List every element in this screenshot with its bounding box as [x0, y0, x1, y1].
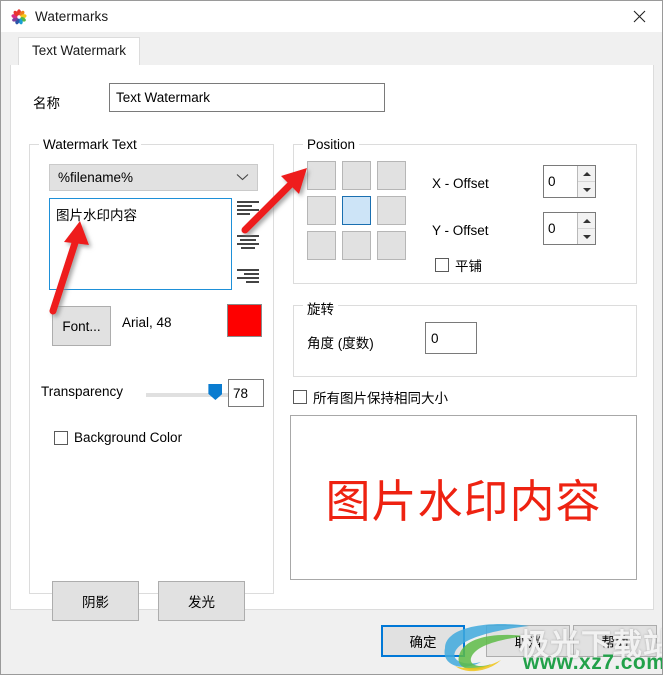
- align-right-icon[interactable]: [237, 269, 259, 285]
- background-color-label: Background Color: [74, 430, 183, 445]
- y-offset-label: Y - Offset: [432, 223, 489, 238]
- tab-label: Text Watermark: [32, 43, 127, 58]
- placeholder-select-value: %filename%: [58, 170, 134, 185]
- same-size-label: 所有图片保持相同大小: [313, 391, 448, 406]
- position-cell-bottom-left[interactable]: [307, 231, 336, 260]
- position-grid: [307, 161, 407, 261]
- position-group: Position X - Offset Y - Offset 0 0 平铺: [293, 137, 637, 284]
- cancel-button[interactable]: 取消: [486, 625, 570, 657]
- ok-button[interactable]: 确定: [381, 625, 465, 657]
- help-button[interactable]: 帮助: [573, 625, 657, 657]
- tile-checkbox[interactable]: 平铺: [435, 255, 482, 275]
- placeholder-select[interactable]: %filename%: [49, 164, 258, 191]
- transparency-slider-thumb[interactable]: [208, 384, 223, 400]
- y-offset-spinner[interactable]: [543, 212, 596, 245]
- close-icon[interactable]: [617, 1, 662, 32]
- tab-strip: Text Watermark: [10, 32, 654, 66]
- x-offset-increment-button[interactable]: [578, 166, 595, 182]
- rotation-group: 旋转 角度 (度数): [293, 298, 637, 377]
- position-cell-bottom-center[interactable]: [342, 231, 371, 260]
- x-offset-spinner[interactable]: [543, 165, 596, 198]
- position-cell-middle-right[interactable]: [377, 196, 406, 225]
- chevron-down-icon: [236, 172, 249, 184]
- text-color-swatch[interactable]: [227, 304, 262, 337]
- preview-text: 图片水印内容: [325, 465, 615, 532]
- y-offset-increment-button[interactable]: [578, 213, 595, 229]
- x-offset-decrement-button[interactable]: [578, 182, 595, 197]
- watermarks-dialog: Watermarks Text Watermark 名称 Watermark T…: [0, 0, 663, 675]
- background-color-checkbox[interactable]: Background Color: [54, 430, 182, 445]
- align-left-icon[interactable]: [237, 201, 259, 217]
- watermark-text-input[interactable]: 图片水印内容: [49, 198, 232, 290]
- checkbox-box: [54, 430, 68, 445]
- tab-text-watermark[interactable]: Text Watermark: [18, 37, 141, 66]
- angle-label: 角度 (度数): [307, 336, 374, 351]
- watermark-text-legend: Watermark Text: [39, 137, 141, 152]
- position-cell-top-left[interactable]: [307, 161, 336, 190]
- tile-label: 平铺: [455, 259, 482, 274]
- align-center-icon[interactable]: [237, 235, 259, 251]
- name-input[interactable]: [109, 83, 385, 112]
- x-offset-input[interactable]: [544, 166, 577, 197]
- y-offset-input[interactable]: [544, 213, 577, 244]
- name-label: 名称: [33, 96, 60, 111]
- position-cell-bottom-right[interactable]: [377, 231, 406, 260]
- watermark-preview: 图片水印内容: [290, 415, 637, 580]
- position-legend: Position: [303, 137, 360, 152]
- window-title: Watermarks: [35, 9, 109, 24]
- tab-page: 名称 Watermark Text %filename% 图片水印内容 Font…: [10, 65, 654, 621]
- checkbox-box: [435, 258, 449, 272]
- transparency-value-input[interactable]: [228, 379, 264, 407]
- position-cell-middle-center[interactable]: [342, 196, 371, 225]
- y-offset-decrement-button[interactable]: [578, 229, 595, 244]
- x-offset-label: X - Offset: [432, 176, 489, 191]
- font-info-label: Arial, 48: [122, 315, 172, 330]
- checkbox-box: [293, 390, 307, 404]
- same-size-checkbox[interactable]: 所有图片保持相同大小: [293, 387, 448, 407]
- position-cell-top-center[interactable]: [342, 161, 371, 190]
- angle-input[interactable]: [425, 322, 477, 354]
- title-bar: Watermarks: [1, 1, 662, 32]
- glow-button[interactable]: 发光: [158, 581, 245, 621]
- position-cell-top-right[interactable]: [377, 161, 406, 190]
- pinwheel-icon: [11, 8, 27, 25]
- font-button[interactable]: Font...: [52, 306, 111, 346]
- transparency-label: Transparency: [41, 384, 124, 399]
- shadow-button[interactable]: 阴影: [52, 581, 139, 621]
- watermark-text-group: Watermark Text %filename% 图片水印内容 Font...…: [29, 137, 274, 621]
- position-cell-middle-left[interactable]: [307, 196, 336, 225]
- rotation-legend: 旋转: [303, 298, 338, 318]
